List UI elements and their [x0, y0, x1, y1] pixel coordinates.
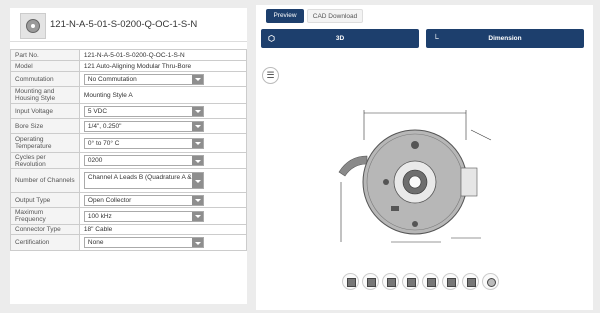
chevron-down-icon	[191, 195, 203, 205]
spec-row: Part No. 121-N-A-5-01-S-0200-Q-OC-1-S-N	[10, 49, 248, 61]
spec-row: Operating Temperature 0° to 70° C	[10, 133, 248, 153]
spec-label: Certification	[10, 234, 80, 251]
spec-value: Mounting Style A	[78, 86, 248, 104]
spec-row: Connector Type 18" Cable	[10, 224, 248, 235]
spec-select[interactable]: 1/4", 0.250"	[83, 120, 204, 132]
tab-cad-download[interactable]: CAD Download	[307, 9, 363, 23]
spec-select-value: Channel A Leads B (Quadrature A & B)	[87, 174, 200, 181]
product-config-panel: 121-N-A-5-01-S-0200-Q-OC-1-S-N Part No. 1…	[10, 8, 248, 304]
spec-label: Connector Type	[10, 224, 80, 235]
encoder-dimension-drawing	[338, 110, 492, 243]
spec-row: Number of Channels Channel A Leads B (Qua…	[10, 168, 248, 193]
spec-select-value: Open Collector	[87, 196, 132, 204]
spec-value: 121-N-A-5-01-S-0200-Q-OC-1-S-N	[78, 49, 248, 61]
spec-value: 18" Cable	[78, 224, 248, 235]
view-toolbar	[342, 273, 502, 293]
reset-view-icon[interactable]	[482, 273, 499, 290]
spec-row: Mounting and Housing Style Mounting Style…	[10, 86, 248, 104]
dimension-button-label: Dimension	[488, 35, 522, 42]
spec-value-cell: No Commutation	[78, 71, 248, 87]
spec-label: Operating Temperature	[10, 133, 80, 153]
chevron-down-icon	[191, 156, 203, 165]
spec-value-cell: Channel A Leads B (Quadrature A & B)	[78, 168, 248, 193]
spec-row: Input Voltage 5 VDC	[10, 103, 248, 119]
spec-label: Input Voltage	[10, 103, 80, 119]
spec-label: Output Type	[10, 192, 80, 208]
spec-label: Model	[10, 60, 80, 72]
back-view-icon[interactable]	[362, 273, 379, 290]
chevron-down-icon	[191, 211, 203, 221]
spec-row: Cycles per Revolution 0200	[10, 152, 248, 169]
product-title: 121-N-A-5-01-S-0200-Q-OC-1-S-N	[50, 19, 198, 30]
product-header: 121-N-A-5-01-S-0200-Q-OC-1-S-N	[10, 8, 247, 42]
spec-table: Part No. 121-N-A-5-01-S-0200-Q-OC-1-S-N Mo…	[10, 49, 248, 251]
spec-value-cell: 1/4", 0.250"	[78, 118, 248, 134]
product-thumbnail	[20, 13, 46, 39]
spec-row: Certification None	[10, 234, 248, 251]
spec-value-cell: 100 kHz	[78, 207, 248, 225]
spec-select[interactable]: 5 VDC	[83, 105, 204, 117]
chevron-down-icon	[191, 173, 203, 188]
spec-select[interactable]: 100 kHz	[83, 210, 204, 222]
spec-select[interactable]: No Commutation	[83, 73, 204, 85]
spec-select-value: No Commutation	[87, 75, 137, 83]
tab-preview[interactable]: Preview	[266, 9, 304, 23]
spec-row: Commutation No Commutation	[10, 71, 248, 87]
spec-label: Mounting and Housing Style	[10, 86, 80, 104]
spec-select-value: 0° to 70° C	[87, 139, 120, 147]
chevron-down-icon	[191, 106, 203, 116]
chevron-down-icon	[191, 238, 203, 247]
left-view-icon[interactable]	[382, 273, 399, 290]
front-view-icon[interactable]	[342, 273, 359, 290]
spec-row: Maximum Frequency 100 kHz	[10, 207, 248, 225]
3d-button[interactable]: ⬡ 3D	[261, 29, 419, 48]
spec-select-value: 5 VDC	[87, 107, 108, 115]
spec-select-value: 0200	[87, 157, 103, 164]
bottom-view-icon[interactable]	[442, 273, 459, 290]
spec-value-cell: None	[78, 234, 248, 251]
right-view-icon[interactable]	[402, 273, 419, 290]
spec-row: Bore Size 1/4", 0.250"	[10, 118, 248, 134]
spec-value: 121 Auto-Aligning Modular Thru-Bore	[78, 60, 248, 72]
spec-select[interactable]: None	[83, 237, 204, 248]
spec-value-cell: 5 VDC	[78, 103, 248, 119]
spec-select[interactable]: Channel A Leads B (Quadrature A & B)	[83, 172, 204, 189]
iso-view-icon[interactable]	[462, 273, 479, 290]
spec-row: Model 121 Auto-Aligning Modular Thru-Bore	[10, 60, 248, 72]
spec-label: Part No.	[10, 49, 80, 61]
spec-select[interactable]: 0200	[83, 155, 204, 166]
preview-panel: Preview CAD Download ⬡ 3D └ Dimension ☰	[256, 5, 593, 310]
dimension-button[interactable]: └ Dimension	[426, 29, 584, 48]
spec-label: Number of Channels	[10, 168, 80, 193]
spec-label: Commutation	[10, 71, 80, 87]
spec-row: Output Type Open Collector	[10, 192, 248, 208]
list-icon[interactable]: ☰	[262, 67, 279, 84]
spec-label: Bore Size	[10, 118, 80, 134]
spec-value-cell: 0200	[78, 152, 248, 169]
spec-label: Cycles per Revolution	[10, 152, 80, 169]
top-view-icon[interactable]	[422, 273, 439, 290]
chevron-down-icon	[191, 121, 203, 131]
spec-value-cell: Open Collector	[78, 192, 248, 208]
spec-value-cell: 0° to 70° C	[78, 133, 248, 153]
spec-select[interactable]: Open Collector	[83, 194, 204, 206]
spec-select[interactable]: 0° to 70° C	[83, 137, 204, 149]
spec-select-value: 100 kHz	[87, 212, 112, 220]
chevron-down-icon	[191, 138, 203, 148]
spec-select-value: 1/4", 0.250"	[87, 122, 122, 130]
spec-select-value: None	[87, 239, 104, 246]
3d-button-label: 3D	[335, 35, 345, 42]
chevron-down-icon	[191, 74, 203, 84]
spec-label: Maximum Frequency	[10, 207, 80, 225]
